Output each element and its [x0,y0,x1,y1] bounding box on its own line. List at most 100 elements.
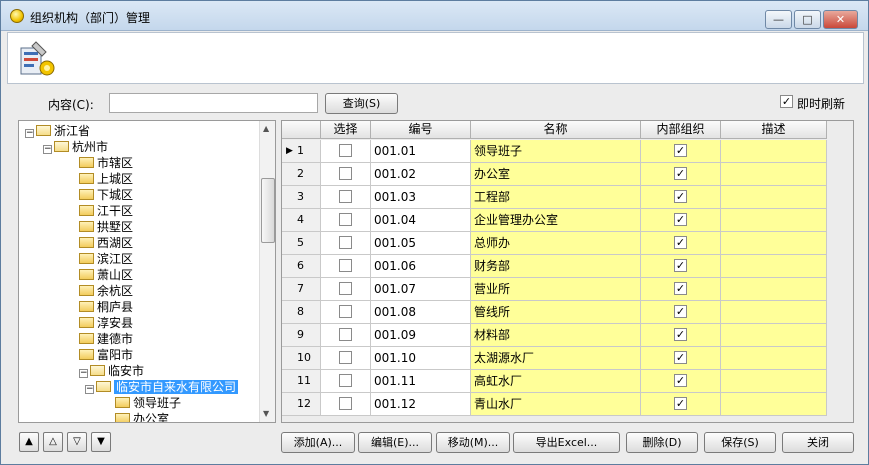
export-excel-button[interactable]: 导出Excel... [513,432,620,453]
internal-org-cell[interactable]: ✓ [641,370,721,393]
name-cell[interactable]: 太湖源水厂 [471,347,641,370]
row-number[interactable]: 6 [282,255,321,278]
select-cell[interactable] [321,163,371,186]
expander-icon[interactable]: − [25,129,34,138]
tree-node[interactable]: 领导班子 [115,395,181,411]
internal-org-checkbox[interactable]: ✓ [674,144,687,157]
move-button[interactable]: 移动(M)... [436,432,510,453]
close-window-button[interactable]: ✕ [823,10,858,29]
tree-node[interactable]: − 浙江省 [25,123,90,139]
select-cell[interactable] [321,370,371,393]
tree-node[interactable]: 市辖区 [79,155,133,171]
scroll-up-icon[interactable]: ▲ [263,124,269,133]
description-cell[interactable] [721,393,827,416]
add-button[interactable]: 添加(A)... [281,432,355,453]
internal-org-checkbox[interactable]: ✓ [674,259,687,272]
description-cell[interactable] [721,278,827,301]
internal-org-cell[interactable]: ✓ [641,347,721,370]
query-button[interactable]: 查询(S) [325,93,398,114]
code-cell[interactable]: 001.07 [371,278,471,301]
save-button[interactable]: 保存(S) [704,432,776,453]
internal-org-cell[interactable]: ✓ [641,186,721,209]
internal-org-cell[interactable]: ✓ [641,255,721,278]
select-checkbox[interactable] [339,374,352,387]
row-number[interactable]: 4 [282,209,321,232]
select-cell[interactable] [321,140,371,163]
internal-org-cell[interactable]: ✓ [641,393,721,416]
row-number[interactable]: 3 [282,186,321,209]
internal-org-checkbox[interactable]: ✓ [674,397,687,410]
description-cell[interactable] [721,186,827,209]
select-checkbox[interactable] [339,144,352,157]
select-checkbox[interactable] [339,190,352,203]
description-cell[interactable] [721,209,827,232]
tree-node[interactable]: 富阳市 [79,347,133,363]
tree-node[interactable]: − 杭州市 [43,139,108,155]
close-button[interactable]: 关闭 [782,432,854,453]
description-cell[interactable] [721,140,827,163]
internal-org-checkbox[interactable]: ✓ [674,305,687,318]
tree-node[interactable]: 下城区 [79,187,133,203]
name-cell[interactable]: 青山水厂 [471,393,641,416]
tree-node[interactable]: 淳安县 [79,315,133,331]
internal-org-checkbox[interactable]: ✓ [674,236,687,249]
tree-node[interactable]: 建德市 [79,331,133,347]
internal-org-cell[interactable]: ✓ [641,278,721,301]
internal-org-checkbox[interactable]: ✓ [674,374,687,387]
internal-org-cell[interactable]: ✓ [641,232,721,255]
row-number[interactable]: 12 [282,393,321,416]
maximize-button[interactable]: □ [794,10,821,29]
tree-node[interactable]: 拱墅区 [79,219,133,235]
select-cell[interactable] [321,393,371,416]
description-cell[interactable] [721,163,827,186]
move-up-button[interactable]: △ [43,432,63,452]
name-cell[interactable]: 管线所 [471,301,641,324]
code-cell[interactable]: 001.05 [371,232,471,255]
description-cell[interactable] [721,370,827,393]
scroll-down-icon[interactable]: ▼ [263,409,269,418]
internal-org-checkbox[interactable]: ✓ [674,167,687,180]
column-header[interactable]: 选择 [321,121,371,139]
column-header[interactable]: 编号 [371,121,471,139]
name-cell[interactable]: 企业管理办公室 [471,209,641,232]
select-checkbox[interactable] [339,397,352,410]
row-number[interactable]: 5 [282,232,321,255]
realtime-refresh-checkbox[interactable]: ✓ [780,95,793,108]
description-cell[interactable] [721,255,827,278]
description-cell[interactable] [721,324,827,347]
internal-org-checkbox[interactable]: ✓ [674,213,687,226]
select-checkbox[interactable] [339,282,352,295]
tree-node[interactable]: − 临安市自来水有限公司 [85,379,239,395]
internal-org-cell[interactable]: ✓ [641,301,721,324]
code-cell[interactable]: 001.08 [371,301,471,324]
column-header[interactable]: 名称 [471,121,641,139]
internal-org-checkbox[interactable]: ✓ [674,351,687,364]
select-cell[interactable] [321,347,371,370]
name-cell[interactable]: 办公室 [471,163,641,186]
column-header[interactable]: 描述 [721,121,827,139]
row-number[interactable]: 11 [282,370,321,393]
select-cell[interactable] [321,186,371,209]
tree-node[interactable]: 桐庐县 [79,299,133,315]
internal-org-cell[interactable]: ✓ [641,163,721,186]
row-number[interactable]: 2 [282,163,321,186]
expander-icon[interactable]: − [85,385,94,394]
code-cell[interactable]: 001.03 [371,186,471,209]
select-checkbox[interactable] [339,167,352,180]
row-number[interactable]: ▶ 1 [282,140,321,163]
code-cell[interactable]: 001.11 [371,370,471,393]
name-cell[interactable]: 高虹水厂 [471,370,641,393]
select-cell[interactable] [321,232,371,255]
tree-node[interactable]: 江干区 [79,203,133,219]
search-input[interactable] [109,93,318,113]
name-cell[interactable]: 工程部 [471,186,641,209]
internal-org-checkbox[interactable]: ✓ [674,190,687,203]
tree-scroll-thumb[interactable] [261,178,275,243]
code-cell[interactable]: 001.02 [371,163,471,186]
select-checkbox[interactable] [339,305,352,318]
minimize-button[interactable]: — [765,10,792,29]
internal-org-cell[interactable]: ✓ [641,209,721,232]
row-number[interactable]: 10 [282,347,321,370]
row-number[interactable]: 9 [282,324,321,347]
select-cell[interactable] [321,209,371,232]
